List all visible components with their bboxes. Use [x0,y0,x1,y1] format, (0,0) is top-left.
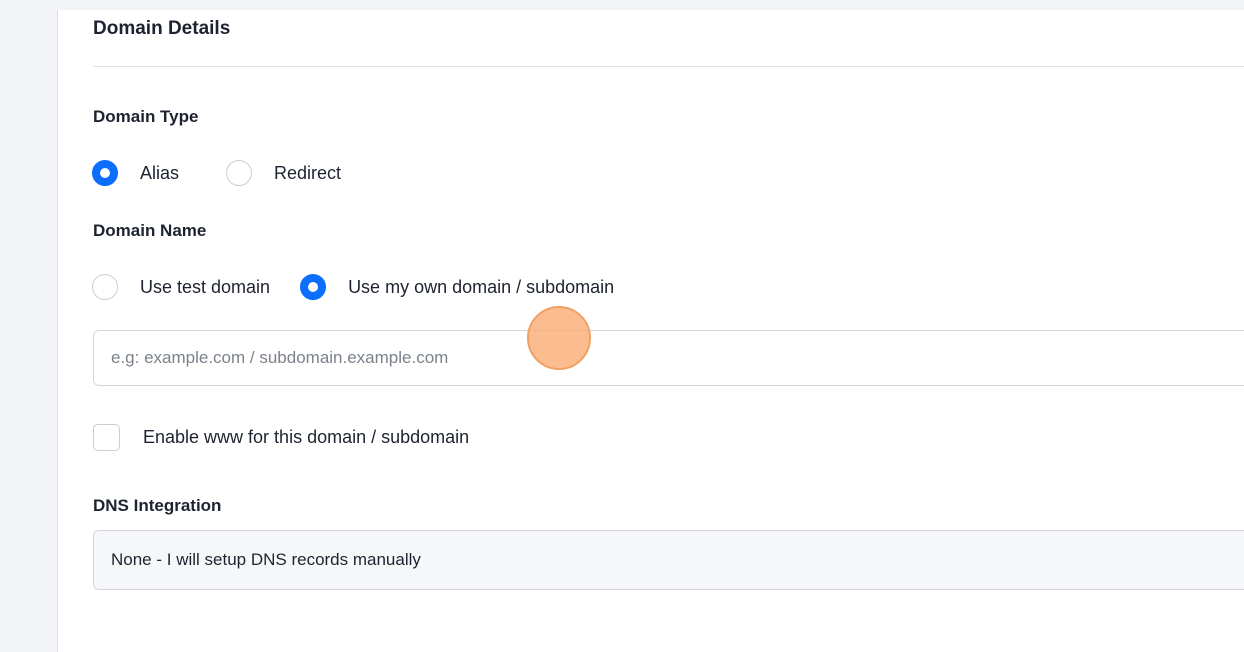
top-strip [0,0,1244,10]
domain-type-radio-group: Alias Redirect [92,160,341,186]
domain-name-radio-group: Use test domain Use my own domain / subd… [92,274,614,300]
dns-integration-label: DNS Integration [93,496,222,515]
section-divider [93,66,1244,67]
use-own-domain-radio[interactable] [300,274,327,300]
dns-integration-selected-value: None - I will setup DNS records manually [111,550,421,569]
domain-details-panel: Domain Details Domain Type Alias Redirec… [57,10,1244,652]
domain-name-option-test[interactable]: Use test domain [92,274,270,300]
section-title: Domain Details [93,18,231,39]
enable-www-checkbox[interactable] [93,424,120,451]
domain-type-option-redirect[interactable]: Redirect [226,160,341,186]
redirect-radio[interactable] [226,160,253,186]
domain-name-input[interactable] [93,330,1244,386]
enable-www-option[interactable]: Enable www for this domain / subdomain [93,424,469,451]
use-own-domain-label: Use my own domain / subdomain [348,276,615,297]
use-test-domain-label: Use test domain [140,276,271,297]
enable-www-label: Enable www for this domain / subdomain [143,427,470,447]
page: Domain Details Domain Type Alias Redirec… [0,0,1244,652]
use-test-domain-radio[interactable] [92,274,118,300]
click-indicator [527,306,591,370]
redirect-radio-label: Redirect [274,162,342,183]
dns-integration-select[interactable]: None - I will setup DNS records manually [93,530,1244,590]
alias-radio-label: Alias [140,162,180,183]
domain-type-label: Domain Type [93,107,199,126]
alias-radio[interactable] [92,160,118,186]
domain-type-option-alias[interactable]: Alias [92,160,179,186]
domain-name-option-own[interactable]: Use my own domain / subdomain [300,274,614,300]
domain-name-label: Domain Name [93,221,207,240]
